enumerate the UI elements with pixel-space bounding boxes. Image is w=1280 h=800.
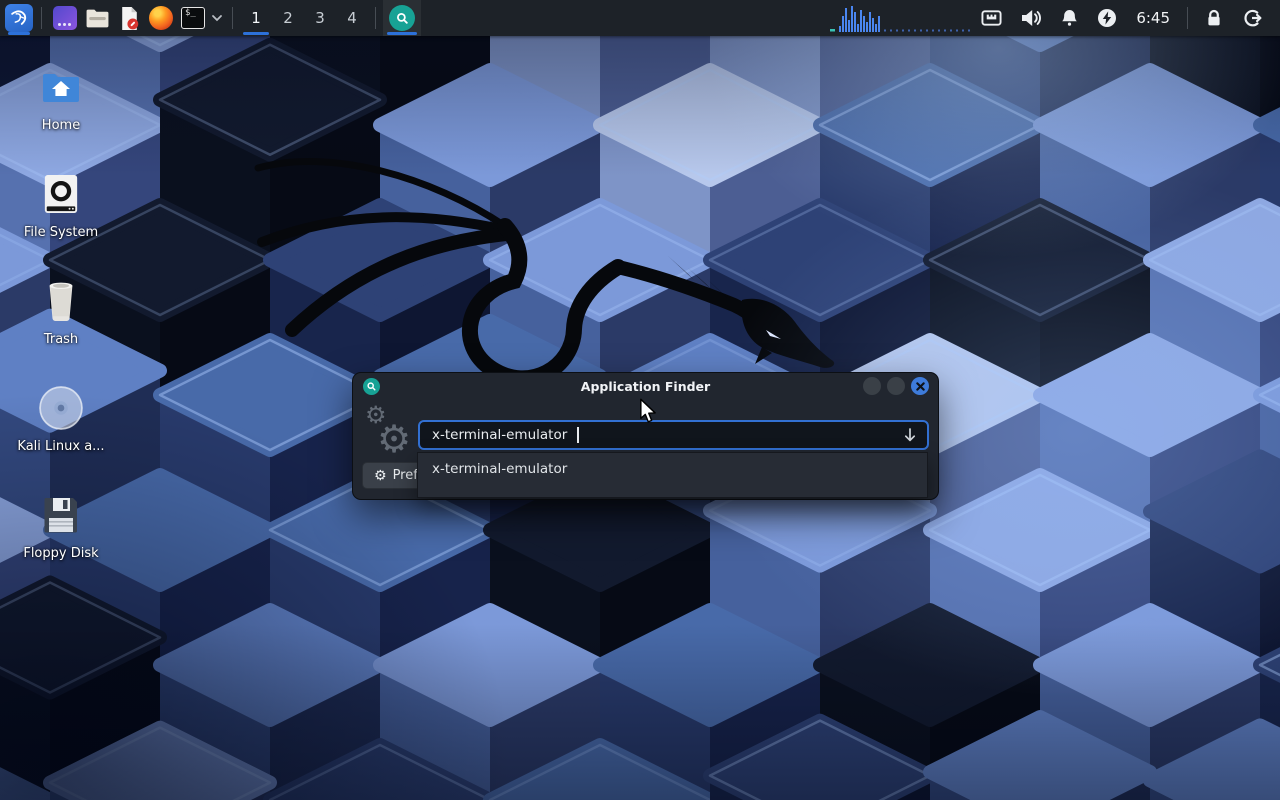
network-tray-icon[interactable] [972, 0, 1011, 36]
file-manager-icon [85, 8, 110, 29]
active-indicator [8, 32, 30, 35]
panel-separator [375, 7, 376, 29]
appfinder-titlebar[interactable]: Application Finder [353, 373, 938, 400]
desktop-icon-label: Floppy Disk [23, 546, 98, 561]
window-title: Application Finder [353, 373, 938, 400]
power-manager-tray-icon[interactable] [1088, 0, 1126, 36]
desktop-icon-home[interactable]: Home [0, 52, 122, 159]
desktop-icon-trash[interactable]: Trash [0, 266, 122, 373]
workspace-label: 4 [347, 9, 357, 27]
launcher-dropdown[interactable] [209, 0, 225, 36]
logout-icon [1242, 8, 1263, 28]
harddrive-icon [42, 165, 80, 223]
minimize-button[interactable] [863, 377, 881, 395]
lock-screen-button[interactable] [1195, 0, 1233, 36]
firefox-icon [149, 6, 173, 30]
desktop-icon-floppy-disk[interactable]: Floppy Disk [0, 480, 122, 587]
notifications-bell-icon [1060, 8, 1079, 28]
panel-right: 6:45 [830, 0, 1280, 36]
desktop-icon-file-system[interactable]: File System [0, 159, 122, 266]
panel-separator [1187, 7, 1188, 29]
mouse-cursor [637, 398, 659, 428]
active-indicator [387, 32, 417, 35]
search-input[interactable]: x-terminal-emulator [418, 420, 929, 450]
dropdown-arrow-icon[interactable] [902, 426, 918, 448]
appfinder-magnifier-icon [389, 5, 415, 31]
text-caret [577, 427, 579, 443]
desktop-icon-column: Home File System Trash Kali Linux a... F… [0, 52, 122, 587]
workspace-4[interactable]: 4 [336, 0, 368, 36]
desktop-icon-label: File System [24, 225, 98, 240]
terminal-icon: $_ [181, 7, 205, 29]
panel-separator [41, 7, 42, 29]
search-input-value: x-terminal-emulator [432, 427, 567, 443]
launcher-terminal[interactable]: $_ [177, 0, 209, 36]
panel-left: $_ 1 2 3 4 [0, 0, 421, 36]
window-controls [863, 377, 929, 395]
close-button[interactable] [911, 377, 929, 395]
chevron-down-icon [211, 14, 223, 22]
launcher-window-app[interactable] [49, 0, 81, 36]
trash-icon [42, 272, 80, 330]
launcher-firefox[interactable] [145, 0, 177, 36]
floppy-icon [41, 486, 81, 544]
desktop-icon-label: Kali Linux a... [17, 439, 104, 454]
volume-icon [1020, 8, 1042, 28]
top-panel: $_ 1 2 3 4 [0, 0, 1280, 36]
workspace-3[interactable]: 3 [304, 0, 336, 36]
workspace-2[interactable]: 2 [272, 0, 304, 36]
gear-icon: ⚙ [374, 468, 387, 484]
volume-tray-icon[interactable] [1011, 0, 1051, 36]
workspace-label: 2 [283, 9, 293, 27]
cpu-graph-monitor[interactable] [830, 0, 972, 36]
workspace-1[interactable]: 1 [240, 0, 272, 36]
cpu-graph-icon [830, 0, 972, 36]
network-icon [981, 9, 1002, 27]
desktop-icon-kali-linux[interactable]: Kali Linux a... [0, 373, 122, 480]
active-indicator [243, 32, 269, 35]
clock[interactable]: 6:45 [1126, 0, 1180, 36]
workspace-label: 1 [251, 9, 261, 27]
applications-menu-button[interactable] [4, 0, 34, 36]
completion-popup: x-terminal-emulator [417, 452, 928, 498]
home-folder-icon [41, 58, 81, 116]
desktop-icon-label: Home [42, 118, 80, 133]
workspace-label: 3 [315, 9, 325, 27]
desktop-screen: Home File System Trash Kali Linux a... F… [0, 0, 1280, 800]
launcher-text-editor[interactable] [113, 0, 145, 36]
maximize-button[interactable] [887, 377, 905, 395]
logout-button[interactable] [1233, 0, 1272, 36]
window-app-icon [53, 6, 77, 30]
taskbar-appfinder-button[interactable] [383, 0, 421, 36]
kali-dragon-icon [5, 4, 33, 32]
desktop-icon-label: Trash [44, 332, 78, 347]
lock-icon [1204, 8, 1224, 28]
close-icon [916, 382, 925, 391]
launcher-file-manager[interactable] [81, 0, 113, 36]
text-editor-icon [119, 6, 140, 31]
notifications-tray-icon[interactable] [1051, 0, 1088, 36]
power-manager-icon [1097, 8, 1117, 28]
panel-separator [232, 7, 233, 29]
cd-disc-icon [36, 379, 86, 437]
completion-item[interactable]: x-terminal-emulator [418, 453, 927, 477]
gears-icon: ⚙ ⚙ [363, 403, 415, 461]
